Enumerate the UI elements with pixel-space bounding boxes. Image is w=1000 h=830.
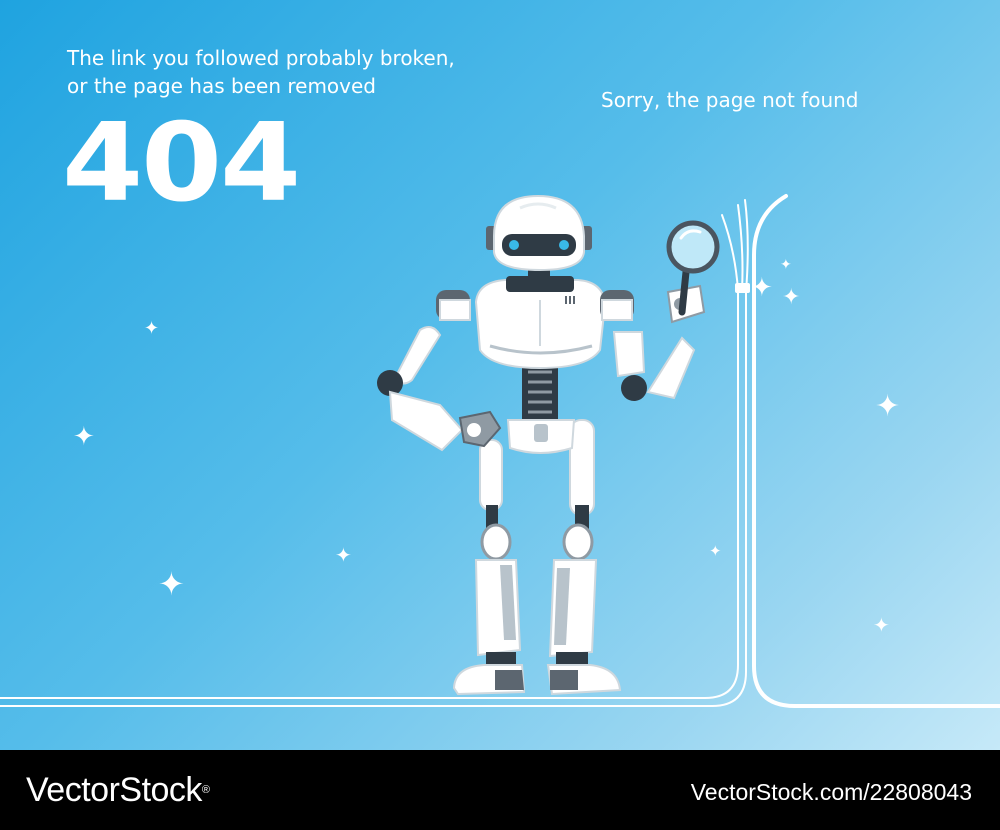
robot-left-leg: [452, 439, 526, 696]
error-message-line-2: or the page has been removed: [67, 74, 376, 98]
sparkle-icon: ✦: [335, 543, 352, 567]
footer-bar: VectorStock® VectorStock.com/22808043: [0, 750, 1000, 830]
brand-name: VectorStock: [26, 771, 202, 809]
sparkle-icon: ✦: [158, 565, 185, 603]
stock-id-link[interactable]: VectorStock.com/22808043: [691, 778, 972, 806]
sparkle-icon: ✦: [751, 273, 773, 303]
sparkle-icon: ✦: [782, 285, 801, 310]
robot-icon: [377, 194, 720, 696]
error-code: 404: [62, 101, 301, 226]
error-message: The link you followed probably broken, o…: [67, 44, 527, 100]
sparkle-icon: ✦: [144, 318, 160, 339]
robot-right-arm: [600, 284, 706, 401]
hero-area: The link you followed probably broken, o…: [0, 0, 1000, 750]
sparkle-icon: ✦: [873, 613, 890, 637]
robot-head: [486, 194, 592, 282]
robot-right-leg: [546, 419, 622, 696]
sparkle-icon: ✦: [780, 257, 792, 273]
page: The link you followed probably broken, o…: [0, 0, 1000, 830]
not-found-message: Sorry, the page not found: [601, 88, 859, 112]
sparkle-icon: ✦: [73, 422, 95, 452]
error-message-line-1: The link you followed probably broken,: [67, 46, 455, 70]
brand-logo: VectorStock®: [26, 770, 210, 810]
registered-mark: ®: [201, 784, 210, 796]
sparkle-icon: ✦: [875, 389, 901, 424]
